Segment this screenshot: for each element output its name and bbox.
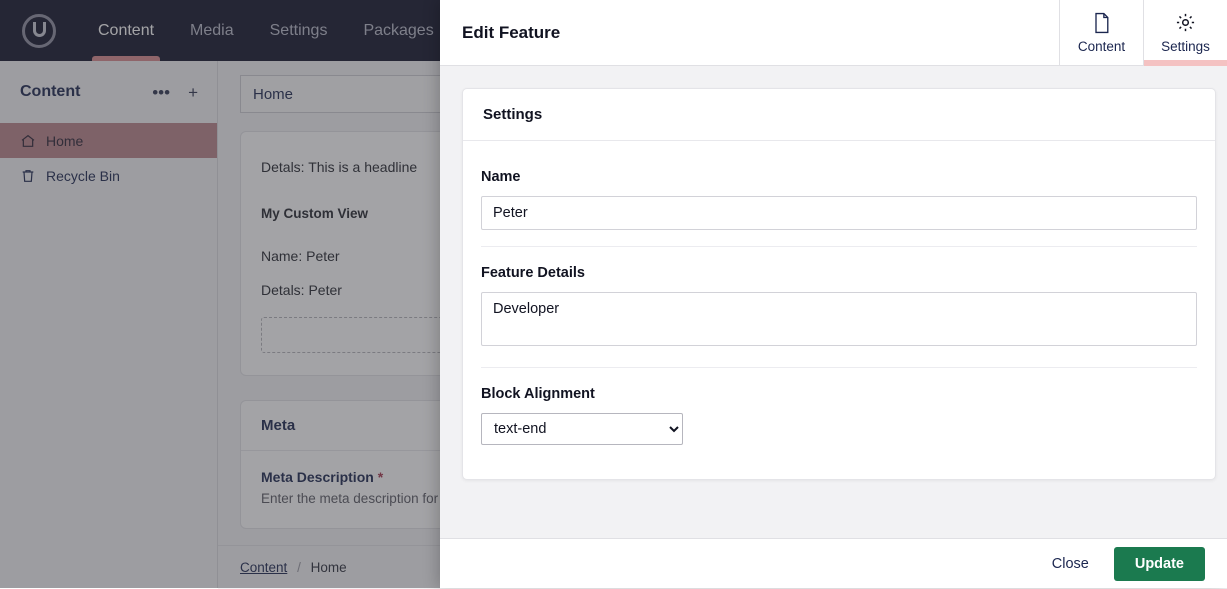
close-button[interactable]: Close xyxy=(1043,549,1098,579)
modal-body: Settings Name Feature Details Block Alig… xyxy=(440,66,1227,538)
block-alignment-select[interactable]: text-starttext-centertext-end xyxy=(481,413,683,445)
block-alignment-label: Block Alignment xyxy=(481,386,1197,402)
tab-settings[interactable]: Settings xyxy=(1143,0,1227,65)
modal-title: Edit Feature xyxy=(440,0,1059,65)
field-feature-details: Feature Details xyxy=(481,246,1197,367)
modal-tabs: Content Settings xyxy=(1059,0,1227,65)
tab-content[interactable]: Content xyxy=(1059,0,1143,65)
tab-settings-label: Settings xyxy=(1161,39,1210,54)
tab-content-label: Content xyxy=(1078,39,1125,54)
feature-details-textarea[interactable] xyxy=(481,292,1197,346)
edit-feature-modal: Edit Feature Content Settings xyxy=(440,0,1227,588)
feature-details-label: Feature Details xyxy=(481,265,1197,281)
settings-card-body: Name Feature Details Block Alignment tex… xyxy=(463,141,1215,479)
modal-header: Edit Feature Content Settings xyxy=(440,0,1227,66)
settings-card-title: Settings xyxy=(463,89,1215,141)
gear-icon xyxy=(1175,12,1196,34)
name-label: Name xyxy=(481,169,1197,185)
modal-footer: Close Update xyxy=(440,538,1227,588)
field-block-alignment: Block Alignment text-starttext-centertex… xyxy=(481,367,1197,461)
field-name: Name xyxy=(481,151,1197,246)
settings-card: Settings Name Feature Details Block Alig… xyxy=(462,88,1216,480)
name-input[interactable] xyxy=(481,196,1197,230)
update-button[interactable]: Update xyxy=(1114,547,1205,581)
document-icon xyxy=(1092,12,1111,34)
